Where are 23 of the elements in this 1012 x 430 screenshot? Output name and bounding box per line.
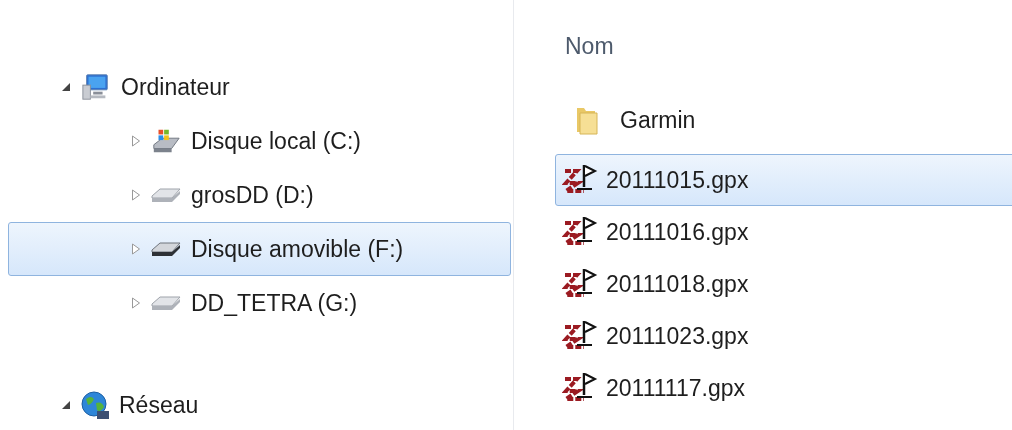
- drive-icon: [149, 185, 183, 205]
- expand-arrow-icon[interactable]: [131, 189, 143, 201]
- tree-item[interactable]: Disque local (C:): [8, 114, 511, 168]
- drive-icon: [149, 293, 183, 313]
- expand-arrow-icon[interactable]: [131, 135, 143, 147]
- tree-item[interactable]: DD_TETRA (G:): [8, 276, 511, 330]
- tree-item[interactable]: Ordinateur: [8, 60, 511, 114]
- collapse-arrow-icon[interactable]: [61, 400, 73, 410]
- drive-icon: [149, 239, 183, 259]
- globe-icon: [79, 389, 111, 421]
- file-item[interactable]: 20111018.gpx: [555, 258, 1012, 310]
- expand-arrow-icon[interactable]: [131, 243, 143, 255]
- column-header[interactable]: Nom: [565, 26, 614, 66]
- tree-item[interactable]: grosDD (D:): [8, 168, 511, 222]
- tree-item[interactable]: Disque amovible (F:): [8, 222, 511, 276]
- file-item[interactable]: 20111023.gpx: [555, 310, 1012, 362]
- tree-item[interactable]: Réseau: [8, 383, 511, 427]
- folder-item[interactable]: Garmin: [555, 94, 1012, 146]
- file-item[interactable]: 20111117.gpx: [555, 362, 1012, 414]
- file-item[interactable]: 20111015.gpx: [555, 154, 1012, 206]
- expand-arrow-icon[interactable]: [131, 297, 143, 309]
- collapse-arrow-icon[interactable]: [61, 82, 73, 92]
- file-item[interactable]: 20111016.gpx: [555, 206, 1012, 258]
